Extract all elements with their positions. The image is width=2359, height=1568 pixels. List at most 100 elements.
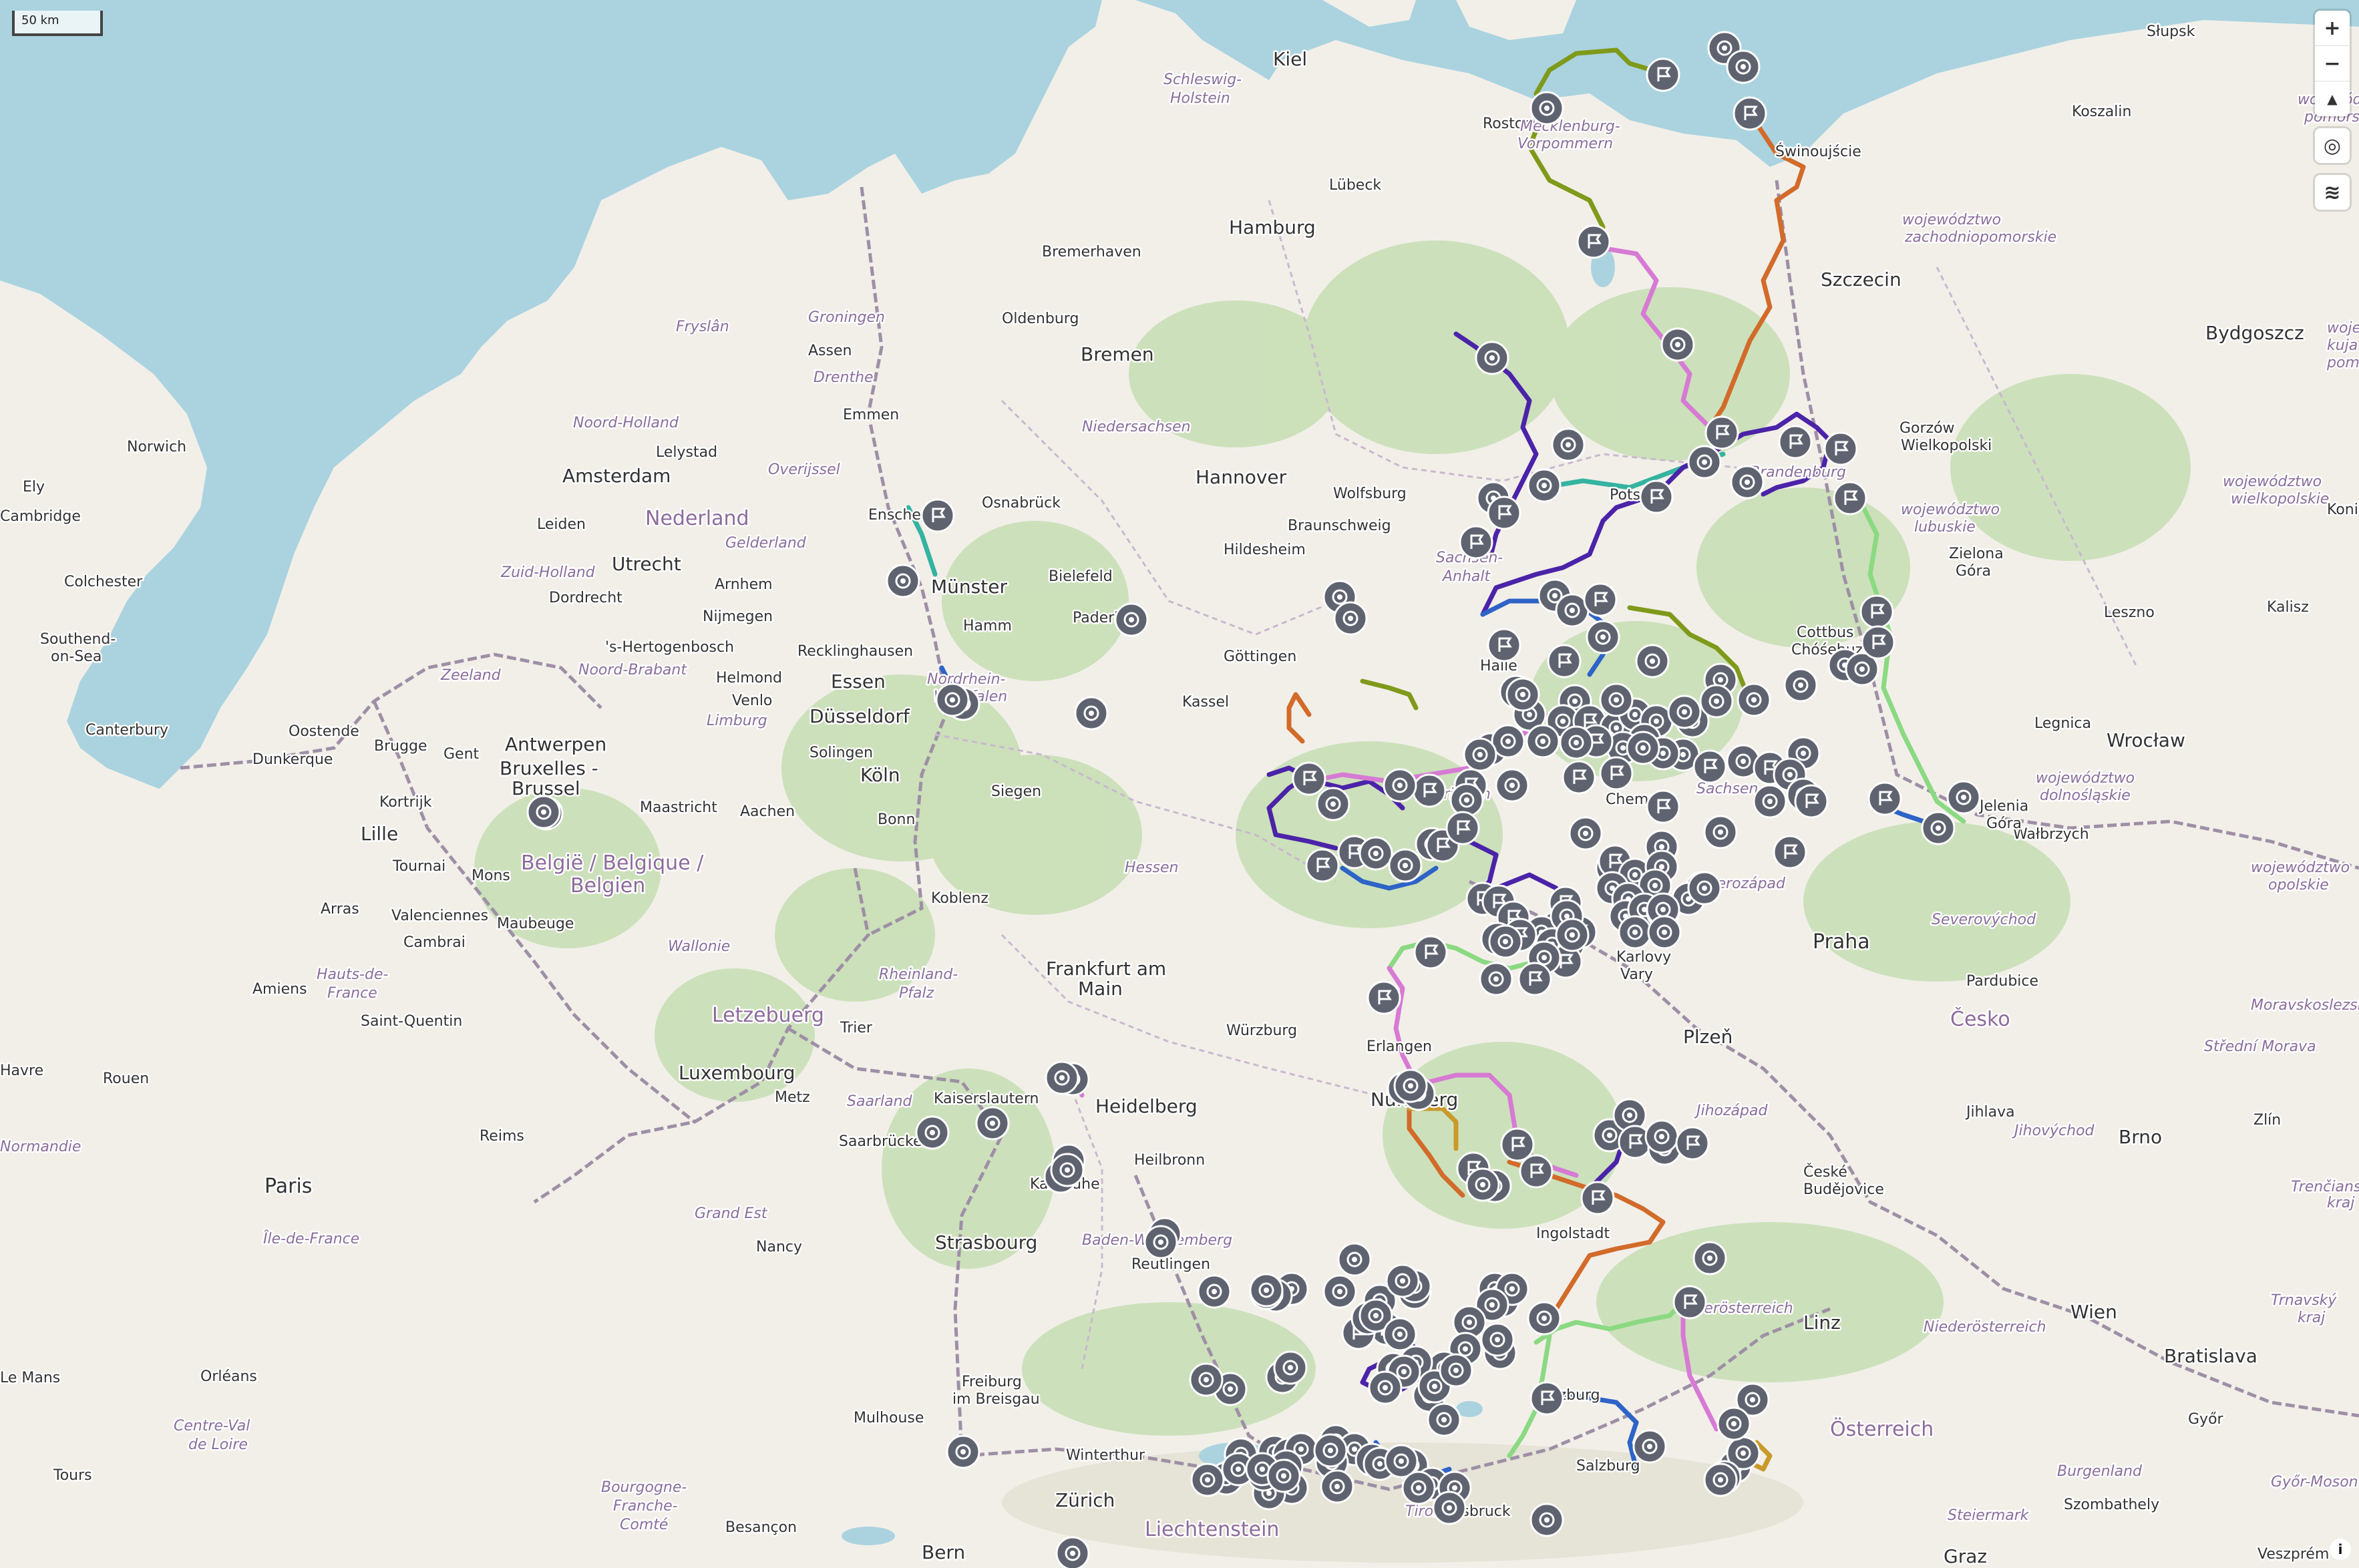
- photo-marker[interactable]: [1647, 915, 1682, 950]
- photo-marker[interactable]: [1358, 836, 1393, 871]
- photo-marker[interactable]: [1635, 644, 1670, 678]
- photo-marker[interactable]: [1388, 848, 1423, 883]
- photo-marker[interactable]: [1045, 1060, 1079, 1095]
- flag-marker[interactable]: [1646, 789, 1680, 824]
- flag-marker[interactable]: [1778, 425, 1813, 459]
- photo-marker[interactable]: [1322, 1274, 1357, 1309]
- flag-marker[interactable]: [1672, 1285, 1707, 1320]
- photo-marker[interactable]: [1449, 783, 1484, 817]
- photo-marker[interactable]: [1055, 1536, 1090, 1568]
- photo-marker[interactable]: [1703, 815, 1738, 849]
- photo-marker[interactable]: [1687, 871, 1722, 906]
- photo-marker[interactable]: [1393, 1068, 1428, 1103]
- flag-marker[interactable]: [1459, 525, 1493, 560]
- flag-marker[interactable]: [1833, 481, 1867, 516]
- photo-marker[interactable]: [1273, 1350, 1308, 1385]
- locate-icon[interactable]: ◎: [2315, 128, 2350, 163]
- flag-marker[interactable]: [1692, 749, 1727, 784]
- flag-marker[interactable]: [1704, 415, 1739, 450]
- flag-marker[interactable]: [1823, 431, 1858, 466]
- flag-marker[interactable]: [1576, 224, 1611, 259]
- photo-marker[interactable]: [975, 1106, 1010, 1141]
- photo-marker[interactable]: [1488, 924, 1523, 959]
- photo-marker[interactable]: [1529, 91, 1564, 126]
- photo-marker[interactable]: [1316, 787, 1350, 821]
- photo-marker[interactable]: [1527, 1301, 1562, 1336]
- photo-marker[interactable]: [946, 1434, 980, 1469]
- map-canvas[interactable]: Kiel Schleswig- Holstein Rostock Mecklen…: [0, 0, 2359, 1568]
- flag-marker[interactable]: [1639, 479, 1674, 514]
- photo-marker[interactable]: [1703, 1462, 1738, 1497]
- photo-marker[interactable]: [1480, 1322, 1515, 1357]
- flag-marker[interactable]: [1867, 781, 1902, 816]
- zoom-in-button[interactable]: +: [2315, 11, 2350, 46]
- photo-marker[interactable]: [1385, 1263, 1420, 1298]
- photo-marker[interactable]: [1687, 445, 1722, 479]
- photo-marker[interactable]: [1313, 1433, 1348, 1468]
- flag-marker[interactable]: [1500, 1127, 1535, 1162]
- photo-marker[interactable]: [1568, 816, 1603, 851]
- photo-marker[interactable]: [1692, 1241, 1727, 1276]
- photo-marker[interactable]: [1726, 49, 1761, 84]
- photo-marker[interactable]: [1479, 962, 1513, 996]
- photo-marker[interactable]: [1114, 602, 1149, 637]
- flag-marker[interactable]: [1580, 1181, 1615, 1215]
- flag-marker[interactable]: [1794, 784, 1829, 819]
- photo-marker[interactable]: [1632, 1429, 1667, 1464]
- photo-marker[interactable]: [1716, 1406, 1751, 1441]
- flag-marker[interactable]: [1517, 962, 1552, 996]
- photo-marker[interactable]: [886, 564, 920, 598]
- photo-marker[interactable]: [1401, 1471, 1436, 1505]
- layers-icon[interactable]: ≋: [2315, 175, 2350, 210]
- flag-marker[interactable]: [1773, 835, 1807, 869]
- photo-marker[interactable]: [1249, 1273, 1284, 1308]
- photo-marker[interactable]: [935, 682, 970, 717]
- photo-marker[interactable]: [1527, 468, 1562, 503]
- photo-marker[interactable]: [1368, 1370, 1403, 1405]
- flag-marker[interactable]: [1367, 980, 1401, 1015]
- flag-marker[interactable]: [1412, 773, 1447, 808]
- compass-icon[interactable]: ▲: [2315, 81, 2350, 116]
- photo-marker[interactable]: [1337, 1242, 1372, 1277]
- photo-marker[interactable]: [1529, 1503, 1564, 1537]
- photo-marker[interactable]: [915, 1115, 950, 1150]
- photo-marker[interactable]: [1333, 601, 1368, 636]
- photo-marker[interactable]: [1783, 668, 1818, 703]
- photo-marker[interactable]: [1432, 1491, 1467, 1525]
- photo-marker[interactable]: [1699, 684, 1734, 719]
- flag-marker[interactable]: [1292, 761, 1326, 796]
- photo-marker[interactable]: [1465, 1167, 1500, 1202]
- flag-marker[interactable]: [1646, 57, 1680, 92]
- flag-marker[interactable]: [1733, 96, 1767, 131]
- photo-marker[interactable]: [1586, 620, 1620, 654]
- flag-marker[interactable]: [1859, 594, 1894, 629]
- photo-marker[interactable]: [1439, 1353, 1473, 1388]
- photo-marker[interactable]: [1660, 327, 1695, 362]
- photo-marker[interactable]: [1753, 784, 1787, 819]
- photo-marker[interactable]: [1266, 1458, 1301, 1493]
- flag-marker[interactable]: [1519, 1154, 1554, 1189]
- flag-marker[interactable]: [1413, 935, 1448, 970]
- photo-marker[interactable]: [1644, 1119, 1679, 1154]
- flag-marker[interactable]: [1305, 848, 1340, 883]
- photo-marker[interactable]: [1143, 1225, 1178, 1259]
- photo-marker[interactable]: [1946, 780, 1981, 815]
- flag-marker[interactable]: [1599, 756, 1634, 791]
- photo-marker[interactable]: [526, 795, 561, 829]
- flag-marker[interactable]: [1487, 496, 1521, 530]
- photo-marker[interactable]: [1555, 918, 1590, 952]
- photo-marker[interactable]: [1189, 1362, 1224, 1397]
- photo-marker[interactable]: [1667, 695, 1702, 729]
- photo-marker[interactable]: [1050, 1153, 1085, 1187]
- photo-marker[interactable]: [1551, 427, 1586, 462]
- attribution-icon[interactable]: i: [2330, 1539, 2351, 1560]
- flag-marker[interactable]: [920, 498, 955, 533]
- photo-marker[interactable]: [1599, 682, 1634, 717]
- photo-marker[interactable]: [1505, 677, 1540, 712]
- photo-marker[interactable]: [1737, 682, 1771, 717]
- photo-marker[interactable]: [1495, 768, 1529, 803]
- photo-marker[interactable]: [1559, 725, 1594, 760]
- photo-marker[interactable]: [1730, 465, 1765, 500]
- photo-marker[interactable]: [1525, 724, 1560, 759]
- zoom-out-button[interactable]: −: [2315, 46, 2350, 81]
